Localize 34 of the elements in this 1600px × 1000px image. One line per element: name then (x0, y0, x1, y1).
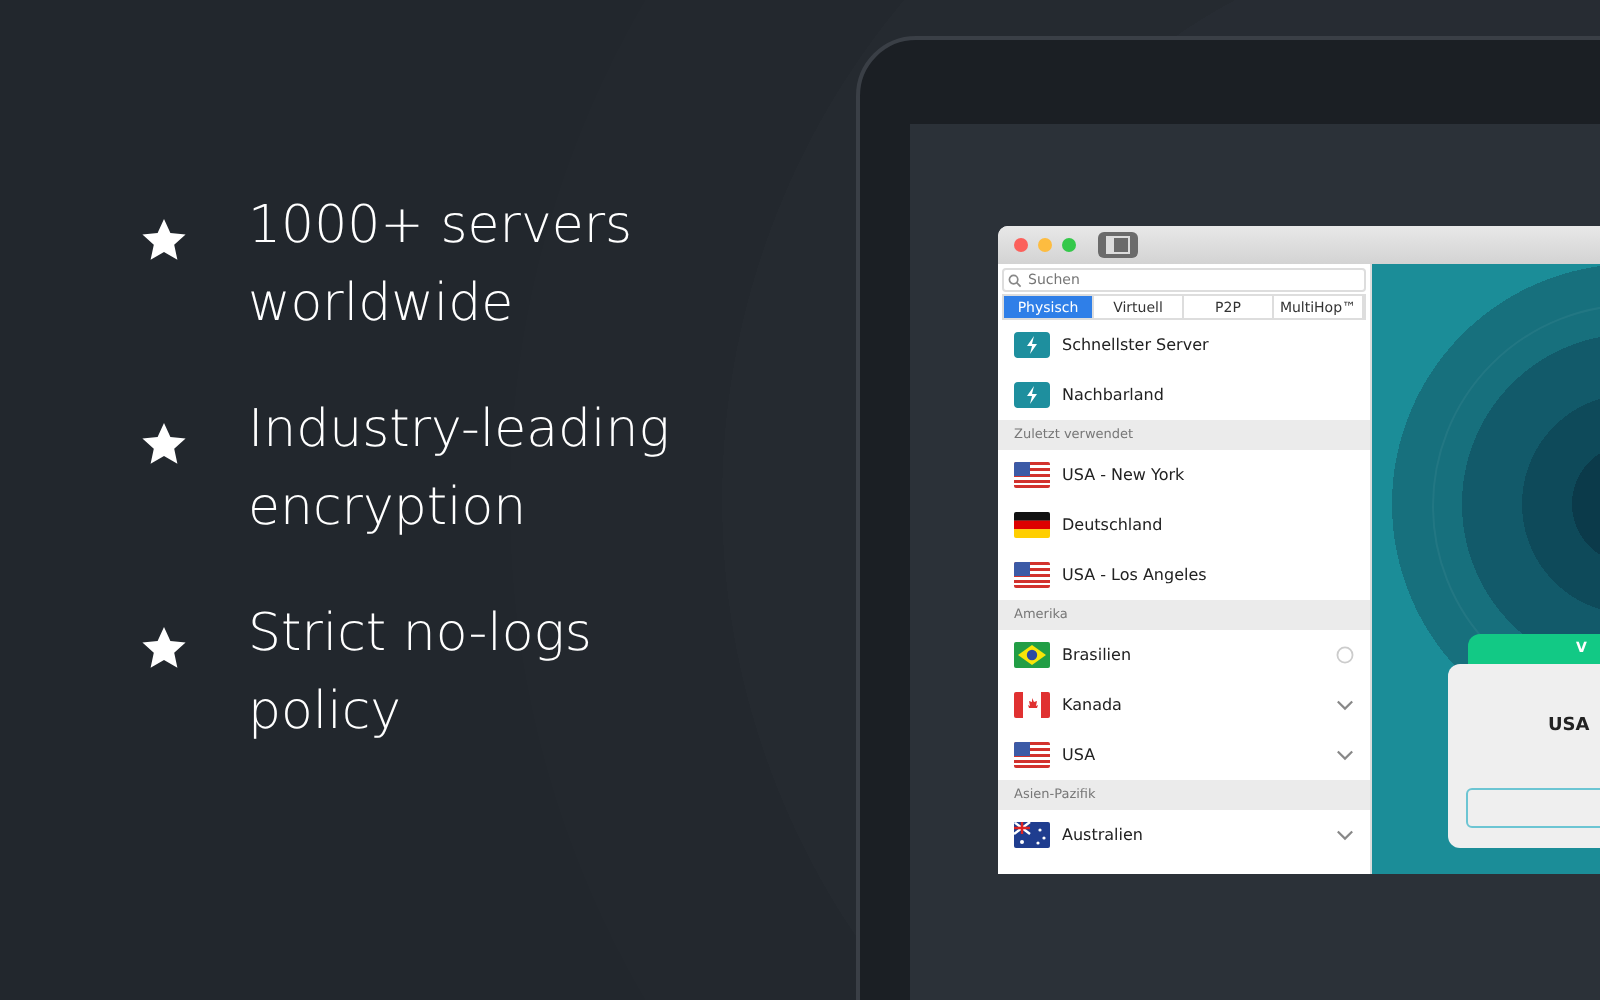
feature-text: 1000+ servers worldwide (248, 194, 635, 338)
list-item[interactable]: Nachbarland (1062, 386, 1354, 404)
radio-button[interactable] (1336, 646, 1354, 664)
flag-icon (1014, 742, 1050, 768)
list-item[interactable]: USA - New York (1062, 466, 1354, 484)
sidebar-toggle-button[interactable] (1098, 232, 1138, 258)
flag-icon (1014, 642, 1050, 668)
zoom-button[interactable] (1062, 238, 1076, 252)
feature-text: Industry-leading encryption (248, 398, 672, 542)
chevron-icon[interactable] (1336, 746, 1354, 764)
flag-icon (1014, 512, 1050, 538)
lightning-icon (1014, 332, 1050, 358)
flag-icon (1014, 462, 1050, 488)
star-icon (140, 420, 188, 468)
star-icon (140, 216, 188, 264)
search-icon (1008, 274, 1022, 288)
list-item[interactable]: USA (1062, 746, 1336, 764)
list-item[interactable]: Brasilien (1062, 646, 1336, 664)
location-text: USA (1548, 716, 1590, 736)
minimize-button[interactable] (1038, 238, 1052, 252)
chevron-icon[interactable] (1336, 696, 1354, 714)
lightning-icon (1014, 382, 1050, 408)
list-item[interactable]: USA - Los Angeles (1062, 566, 1354, 584)
flag-icon (1014, 692, 1050, 718)
flag-icon (1014, 562, 1050, 588)
list-item[interactable]: Schnellster Server (1062, 336, 1354, 354)
close-button[interactable] (1014, 238, 1028, 252)
star-icon (140, 624, 188, 672)
list-item[interactable]: Kanada (1062, 696, 1336, 714)
list-item[interactable]: Deutschland (1062, 516, 1354, 534)
feature-text: Strict no-logs policy (248, 602, 594, 746)
flag-icon (1014, 822, 1050, 848)
chevron-icon[interactable] (1336, 826, 1354, 844)
list-item[interactable]: Australien (1062, 826, 1336, 844)
